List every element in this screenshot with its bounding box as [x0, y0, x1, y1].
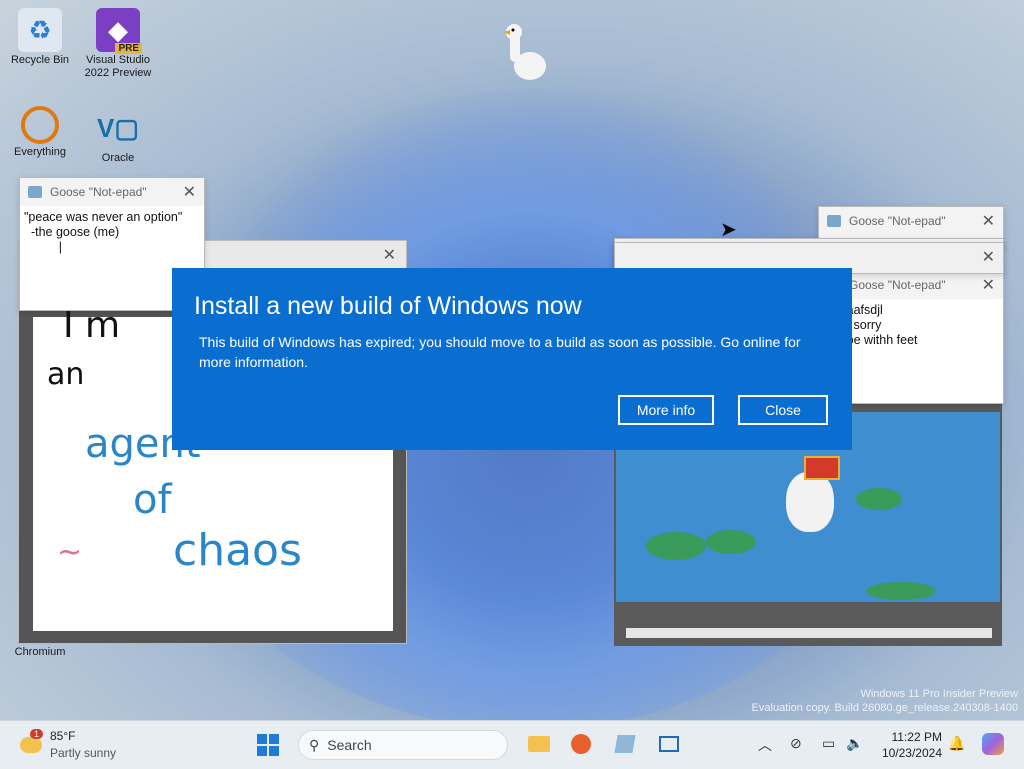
taskbar-search[interactable]: ⚲ Search	[298, 730, 508, 760]
close-icon[interactable]: ✕	[982, 275, 995, 295]
notepad-icon	[614, 735, 636, 753]
image-scrollbar[interactable]	[626, 628, 992, 638]
firefox-button[interactable]	[568, 731, 594, 757]
preview-badge: PRE	[115, 43, 142, 54]
notepad-title: Goose "Not-epad"	[50, 185, 147, 199]
close-icon[interactable]: ✕	[982, 247, 995, 267]
goose-icon[interactable]	[500, 20, 552, 84]
handwriting-line-2: an	[47, 357, 85, 392]
folder-icon	[528, 736, 550, 752]
window-titlebar: ✕	[615, 243, 1003, 271]
goose-with-crown	[786, 472, 834, 532]
search-placeholder: Search	[327, 737, 372, 753]
handwriting-squiggle: ~	[57, 535, 83, 570]
notepad-title: Goose "Not-epad"	[849, 278, 946, 292]
weather-widget[interactable]: 1 85°F Partly sunny	[18, 729, 128, 761]
desktop-icon-oracle[interactable]: V▢ Oracle	[78, 106, 158, 165]
app-taskbar-button[interactable]	[656, 731, 682, 757]
notepad-taskbar-button[interactable]	[612, 731, 638, 757]
desktop-icon-label: Oracle	[101, 152, 135, 164]
desktop-icon-label: Chromium	[14, 646, 66, 658]
notepad-titlebar: Goose "Not-epad" ✕	[819, 207, 1003, 235]
dialog-title: Install a new build of Windows now	[194, 292, 582, 320]
watermark-line-1: Windows 11 Pro Insider Preview	[860, 688, 1018, 700]
display-icon[interactable]: ▭	[822, 735, 835, 752]
notepad-title: Goose "Not-epad"	[849, 214, 946, 228]
notification-bell-icon[interactable]: 🔔	[948, 735, 965, 752]
clock[interactable]: 11:22 PM 10/23/2024	[872, 729, 942, 761]
more-info-button[interactable]: More info	[618, 395, 714, 425]
taskbar: 1 85°F Partly sunny ⚲ Search ︿ ⊘ ▭ 🔈 11:…	[0, 720, 1024, 769]
lily-pad	[646, 532, 706, 560]
close-icon[interactable]: ✕	[982, 211, 995, 231]
visual-studio-icon: ◆ PRE	[96, 8, 142, 54]
desktop-icon-chromium[interactable]: Chromium	[0, 646, 80, 659]
chevron-up-icon[interactable]: ︿	[758, 735, 772, 755]
handwriting-line-4: of	[133, 477, 172, 523]
notepad-icon	[28, 186, 42, 198]
close-icon[interactable]: ✕	[183, 182, 196, 202]
crown-icon	[804, 456, 840, 480]
start-button[interactable]	[256, 733, 280, 757]
windows-logo-icon	[257, 734, 279, 756]
weather-temp: 85°F	[50, 729, 76, 743]
notepad-titlebar: Goose "Not-epad" ✕	[20, 178, 204, 206]
lily-pad	[866, 582, 936, 600]
mouse-cursor-icon: ➤	[720, 219, 737, 241]
weather-icon	[20, 737, 42, 753]
firefox-icon	[571, 734, 591, 754]
desktop-icon-recycle-bin[interactable]: ♻ Recycle Bin	[0, 8, 80, 67]
network-icon[interactable]: ⊘	[790, 735, 802, 752]
virtualbox-icon: V▢	[97, 112, 139, 143]
desktop-icon-label: Recycle Bin	[10, 54, 70, 66]
evaluation-watermark: Windows 11 Pro Insider Preview Evaluatio…	[752, 687, 1018, 715]
lily-pad	[706, 530, 756, 554]
search-icon: ⚲	[309, 736, 320, 753]
handwriting-line-5: chaos	[173, 525, 302, 576]
recycle-bin-icon: ♻	[18, 8, 62, 52]
dialog-message: This build of Windows has expired; you s…	[199, 334, 801, 370]
notepad-icon	[827, 215, 841, 227]
volume-icon[interactable]: 🔈	[846, 735, 863, 752]
desktop-icon-label: Visual Studio 2022 Preview	[84, 54, 152, 79]
lily-pad	[856, 488, 902, 510]
desktop-icon-visual-studio[interactable]: ◆ PRE Visual Studio 2022 Preview	[78, 8, 158, 80]
file-explorer-button[interactable]	[526, 731, 552, 757]
watermark-line-2: Evaluation copy. Build 26080.ge_release.…	[751, 702, 1018, 714]
desktop-icon-everything[interactable]: Everything	[0, 106, 80, 159]
close-button[interactable]: Close	[738, 395, 828, 425]
weather-desc: Partly sunny	[50, 746, 117, 760]
weather-badge: 1	[30, 729, 44, 739]
close-icon[interactable]: ✕	[383, 245, 396, 265]
handwriting-line-1: I m	[63, 305, 121, 346]
clock-date: 10/23/2024	[881, 746, 942, 760]
window-icon	[659, 736, 679, 752]
magnifier-icon	[21, 106, 59, 144]
desktop-icon-label: Everything	[14, 146, 66, 158]
copilot-icon[interactable]	[982, 733, 1004, 755]
clock-time: 11:22 PM	[891, 730, 942, 744]
build-expired-dialog: Install a new build of Windows now This …	[172, 268, 852, 450]
